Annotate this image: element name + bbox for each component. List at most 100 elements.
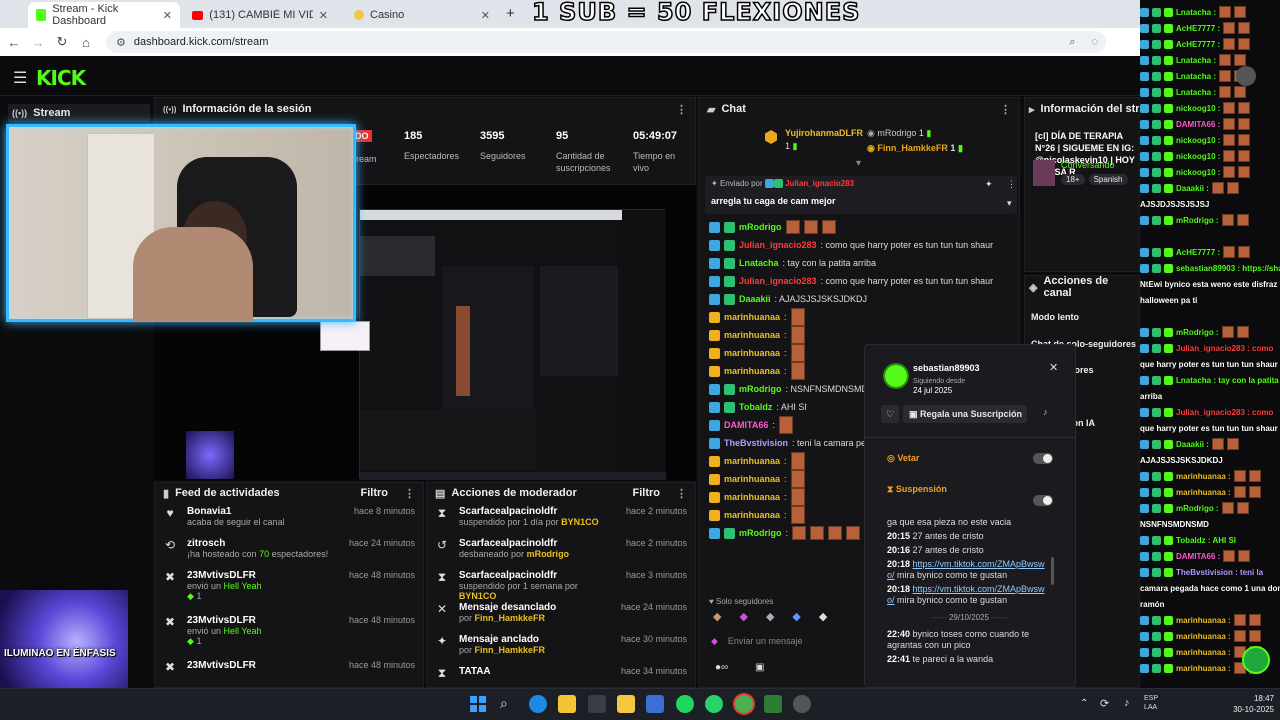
chat-username[interactable]: Tobaldz xyxy=(739,402,772,412)
mod-action-item[interactable]: ⧗ TATAA hace 34 minutos xyxy=(427,663,695,687)
follow-heart-button[interactable]: ♡ xyxy=(881,405,899,423)
reload-icon[interactable]: ↻ xyxy=(50,34,74,50)
home-icon[interactable]: ⌂ xyxy=(74,35,98,50)
spotify-icon[interactable] xyxy=(676,695,694,713)
chat-username[interactable]: marinhuanaa xyxy=(724,366,780,376)
top-gifter-2[interactable]: ◉ mRodrigo 1 ▮ ◉ Finn_HamkkeFR 1 ▮ xyxy=(867,128,963,154)
close-tab-icon[interactable]: ✕ xyxy=(481,9,490,22)
app-icon[interactable] xyxy=(646,695,664,713)
whatsapp-icon[interactable] xyxy=(705,695,723,713)
activity-item[interactable]: ♥ Bonavia1 acaba de seguir el canal hace 8 … xyxy=(155,503,423,535)
mod-action-item[interactable]: ⧗ Scarfacealpacinoldfr suspendido por 1 dí… xyxy=(427,503,695,535)
unpin-icon[interactable]: ✦ xyxy=(985,179,993,190)
store-icon[interactable] xyxy=(558,695,576,713)
search-icon[interactable]: ⌕ xyxy=(500,695,518,713)
back-icon[interactable]: ← xyxy=(2,35,26,50)
tab-youtube[interactable]: (131) CAMBIÉ MI VIDA PARA ES ✕ xyxy=(184,2,336,28)
chat-username[interactable]: marinhuanaa xyxy=(724,456,780,466)
chat-message[interactable]: marinhuanaa: xyxy=(709,326,1019,344)
mod-action-item[interactable]: ↺ Scarfacealpacinoldfr desbaneado por mRod… xyxy=(427,535,695,567)
eye-off-icon[interactable]: ◌ xyxy=(1091,36,1098,48)
filter-button[interactable]: Filtro xyxy=(361,487,389,499)
activity-item[interactable]: ✖ 23MvtivsDLFR envió un Hell Yeah ◆ 1 hace 4… xyxy=(155,612,423,657)
more-options-icon[interactable]: ⋮ xyxy=(404,487,415,500)
xbox-icon[interactable] xyxy=(764,695,782,713)
edge-icon[interactable] xyxy=(529,695,547,713)
channel-action-item[interactable]: Modo lento xyxy=(1031,312,1139,339)
pinned-message[interactable]: ✦ Enviado por Julian_ignacio283 arregla … xyxy=(705,176,1017,214)
category-name[interactable]: Conversando xyxy=(1061,160,1115,170)
site-info-icon[interactable]: ⚙ xyxy=(116,36,126,49)
chat-username[interactable]: marinhuanaa xyxy=(724,348,780,358)
activity-item[interactable]: ⟲ zitrosch ¡ha hosteado con 70 espectadore… xyxy=(155,535,423,567)
windows-start-icon[interactable] xyxy=(470,696,486,712)
clock[interactable]: 18:47 30-10-2025 xyxy=(1226,693,1274,715)
zoom-icon[interactable]: ⌕ xyxy=(1069,36,1075,49)
chat-message[interactable]: Daaakii: AJAJSJSJSKSJDKDJ xyxy=(709,290,1019,308)
tray-chevron-icon[interactable]: ⌃ xyxy=(1080,698,1088,709)
kick-logo[interactable]: KICK xyxy=(36,66,86,90)
chat-input[interactable]: ◆ Enviar un mensaje xyxy=(711,630,871,652)
top-gifter-1[interactable]: YujirohanmaDLFR 1 ▮ xyxy=(785,128,863,152)
language-indicator[interactable]: ESP LAA xyxy=(1144,694,1172,712)
new-tab-button[interactable]: + xyxy=(506,5,515,22)
hamburger-menu-icon[interactable]: ☰ xyxy=(13,68,27,88)
forward-icon[interactable]: → xyxy=(26,35,50,50)
chat-message[interactable]: marinhuanaa: xyxy=(709,308,1019,326)
emote-icon[interactable]: ◆ xyxy=(792,610,800,623)
mod-action-item[interactable]: ✦ Mensaje anclado por Finn_HamkkeFR hace 30… xyxy=(427,631,695,663)
chat-message[interactable]: Julian_ignacio283: como que harry poter … xyxy=(709,236,1019,254)
more-options-icon[interactable]: ⋮ xyxy=(1000,103,1011,116)
chat-message[interactable]: Lnatacha: tay con la patita arriba xyxy=(709,254,1019,272)
chat-message[interactable]: mRodrigo xyxy=(709,218,1019,236)
more-options-icon[interactable]: ⋮ xyxy=(1007,179,1016,190)
popup-username[interactable]: sebastian89903 xyxy=(913,363,980,373)
filter-button[interactable]: Filtro xyxy=(633,487,661,499)
gift-icon[interactable]: ▣ xyxy=(755,662,764,673)
emote-icon[interactable]: ◆ xyxy=(819,610,827,623)
chat-settings-icon[interactable]: ●∞ xyxy=(715,662,728,673)
app-icon[interactable] xyxy=(588,695,606,713)
ban-toggle[interactable] xyxy=(1033,453,1053,464)
close-icon[interactable]: ✕ xyxy=(1049,361,1058,374)
chat-username[interactable]: marinhuanaa xyxy=(724,330,780,340)
chat-username[interactable]: Lnatacha xyxy=(739,258,779,268)
chat-username[interactable]: TheBvstivision xyxy=(724,438,788,448)
mute-icon[interactable]: ♪ xyxy=(1043,407,1048,417)
activity-item[interactable]: ✖ 23MvtivsDLFR envió un Hell Yeah ◆ 1 hace 4… xyxy=(155,567,423,612)
chat-username[interactable]: mRodrigo xyxy=(739,222,782,232)
mod-action-item[interactable]: ⧗ Scarfacealpacinoldfr suspendido por 1 se… xyxy=(427,567,695,601)
emote-icon[interactable]: ◆ xyxy=(739,610,747,623)
chat-username[interactable]: Julian_ignacio283 xyxy=(739,276,817,286)
tray-mic-icon[interactable]: ♪ xyxy=(1124,697,1130,709)
close-tab-icon[interactable]: ✕ xyxy=(163,9,172,22)
chevron-down-icon[interactable]: ▾ xyxy=(1007,198,1012,209)
chrome-icon[interactable] xyxy=(735,695,753,713)
chat-username[interactable]: Julian_ignacio283 xyxy=(739,240,817,250)
tag[interactable]: Spanish xyxy=(1088,174,1128,185)
gift-sub-button[interactable]: ▣ Regala una Suscripción xyxy=(903,405,1027,423)
tab-casino[interactable]: Casino ✕ xyxy=(346,2,498,28)
tray-sync-icon[interactable]: ⟳ xyxy=(1100,697,1109,710)
more-options-icon[interactable]: ⋮ xyxy=(676,103,687,116)
timeout-toggle[interactable] xyxy=(1033,495,1053,506)
chat-username[interactable]: marinhuanaa xyxy=(724,492,780,502)
url-field[interactable]: ⚙ dashboard.kick.com/stream ⌕ ◌ xyxy=(106,31,1106,53)
chat-username[interactable]: mRodrigo xyxy=(739,384,782,394)
tag[interactable]: 18+ xyxy=(1061,174,1085,185)
mod-action-item[interactable]: ✕ Mensaje desanclado por Finn_HamkkeFR hace… xyxy=(427,599,695,631)
chat-username[interactable]: marinhuanaa xyxy=(724,510,780,520)
app-icon[interactable] xyxy=(793,695,811,713)
more-options-icon[interactable]: ⋮ xyxy=(676,487,687,500)
nav-stream[interactable]: ((•)) Stream xyxy=(8,104,150,122)
tab-kick-dashboard[interactable]: Stream - Kick Dashboard ✕ xyxy=(28,2,180,28)
activity-item[interactable]: ✖ 23MvtivsDLFR hace 48 minutos xyxy=(155,657,423,687)
close-tab-icon[interactable]: ✕ xyxy=(319,9,328,22)
chat-username[interactable]: Daaakii xyxy=(739,294,771,304)
chat-username[interactable]: marinhuanaa xyxy=(724,312,780,322)
collapse-icon[interactable]: ▾ xyxy=(856,158,861,169)
scrollbar[interactable] xyxy=(1051,557,1054,585)
emote-icon[interactable]: ◆ xyxy=(766,610,774,623)
file-explorer-icon[interactable] xyxy=(617,695,635,713)
chat-username[interactable]: marinhuanaa xyxy=(724,474,780,484)
